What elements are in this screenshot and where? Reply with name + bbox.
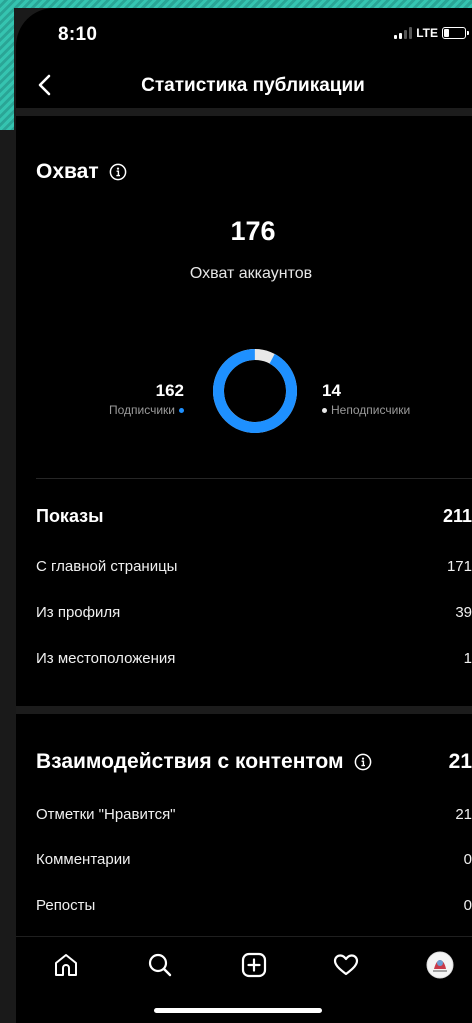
followers-stat: 162 Подписчики: [109, 381, 184, 417]
impressions-total: 211: [442, 506, 472, 526]
section-divider: [16, 706, 472, 714]
non-followers-count: 14: [322, 381, 341, 400]
accounts-reached-count: 176: [230, 216, 276, 246]
impressions-source-label: Из профиля: [36, 604, 121, 621]
reach-donut-chart: [213, 349, 297, 433]
interactions-header: Взаимодействия с контентом 21: [36, 750, 472, 774]
non-followers-legend: Неподписчики: [322, 403, 410, 417]
interaction-value: 21: [455, 806, 472, 823]
list-item: Отметки "Нравится" 21: [36, 806, 472, 823]
non-followers-dot: [322, 407, 327, 413]
donut-followers-arc: [213, 349, 297, 433]
signal-icon: [394, 27, 413, 39]
status-indicators: LTE: [394, 26, 469, 40]
accounts-reached-label: Охват аккаунтов: [189, 265, 313, 282]
followers-label: Подписчики: [108, 403, 175, 417]
status-bar: 8:10 LTE: [16, 8, 472, 58]
interaction-value: 0: [463, 897, 472, 914]
list-item: Из местоположения 1: [36, 650, 472, 667]
non-followers-label: Неподписчики: [331, 403, 411, 417]
tab-bar: [16, 936, 472, 992]
list-item: Репосты 0: [36, 897, 472, 914]
page-title: Статистика публикации: [141, 75, 365, 96]
list-item: Из профиля 39: [36, 604, 472, 621]
network-label: LTE: [416, 26, 438, 40]
reach-title-label: Охват: [36, 160, 99, 183]
background-edge-left: [0, 0, 14, 130]
list-item: С главной страницы 171: [36, 558, 472, 575]
reach-section-title: Охват: [36, 160, 127, 184]
activity-icon[interactable]: [332, 951, 360, 979]
impressions-header: Показы 211: [36, 506, 472, 527]
followers-legend: Подписчики: [109, 403, 184, 417]
nav-bar: Статистика публикации: [16, 64, 472, 108]
status-time: 8:10: [58, 24, 98, 45]
home-icon[interactable]: [52, 951, 80, 979]
home-indicator: [154, 1008, 322, 1013]
interactions-title-group: Взаимодействия с контентом: [36, 750, 372, 774]
divider: [36, 478, 472, 479]
battery-icon: [442, 27, 469, 39]
search-icon[interactable]: [146, 951, 174, 979]
interactions-title: Взаимодействия с контентом: [36, 750, 344, 773]
impressions-source-value: 1: [463, 650, 472, 667]
impressions-source-value: 171: [446, 558, 472, 575]
section-divider: [16, 108, 472, 116]
interaction-label: Отметки "Нравится": [36, 806, 176, 823]
followers-dot: [179, 407, 184, 413]
interactions-total: 21: [448, 750, 472, 773]
list-item: Комментарии 0: [36, 851, 472, 868]
info-icon[interactable]: [354, 753, 372, 771]
impressions-source-value: 39: [455, 604, 472, 621]
interaction-label: Комментарии: [36, 851, 131, 868]
interaction-value: 0: [463, 851, 472, 868]
impressions-source-label: Из местоположения: [36, 650, 176, 667]
followers-count: 162: [155, 381, 184, 400]
info-icon[interactable]: [109, 163, 127, 181]
interaction-label: Репосты: [36, 897, 96, 914]
create-icon[interactable]: [240, 951, 268, 979]
background-edge: [0, 0, 472, 8]
non-followers-stat: 14 Неподписчики: [322, 381, 410, 417]
phone-screen: 8:10 LTE Статистика публикации Охват 176…: [16, 8, 472, 1023]
impressions-title: Показы: [36, 506, 104, 526]
profile-avatar[interactable]: [426, 951, 454, 979]
impressions-source-label: С главной страницы: [36, 558, 178, 575]
